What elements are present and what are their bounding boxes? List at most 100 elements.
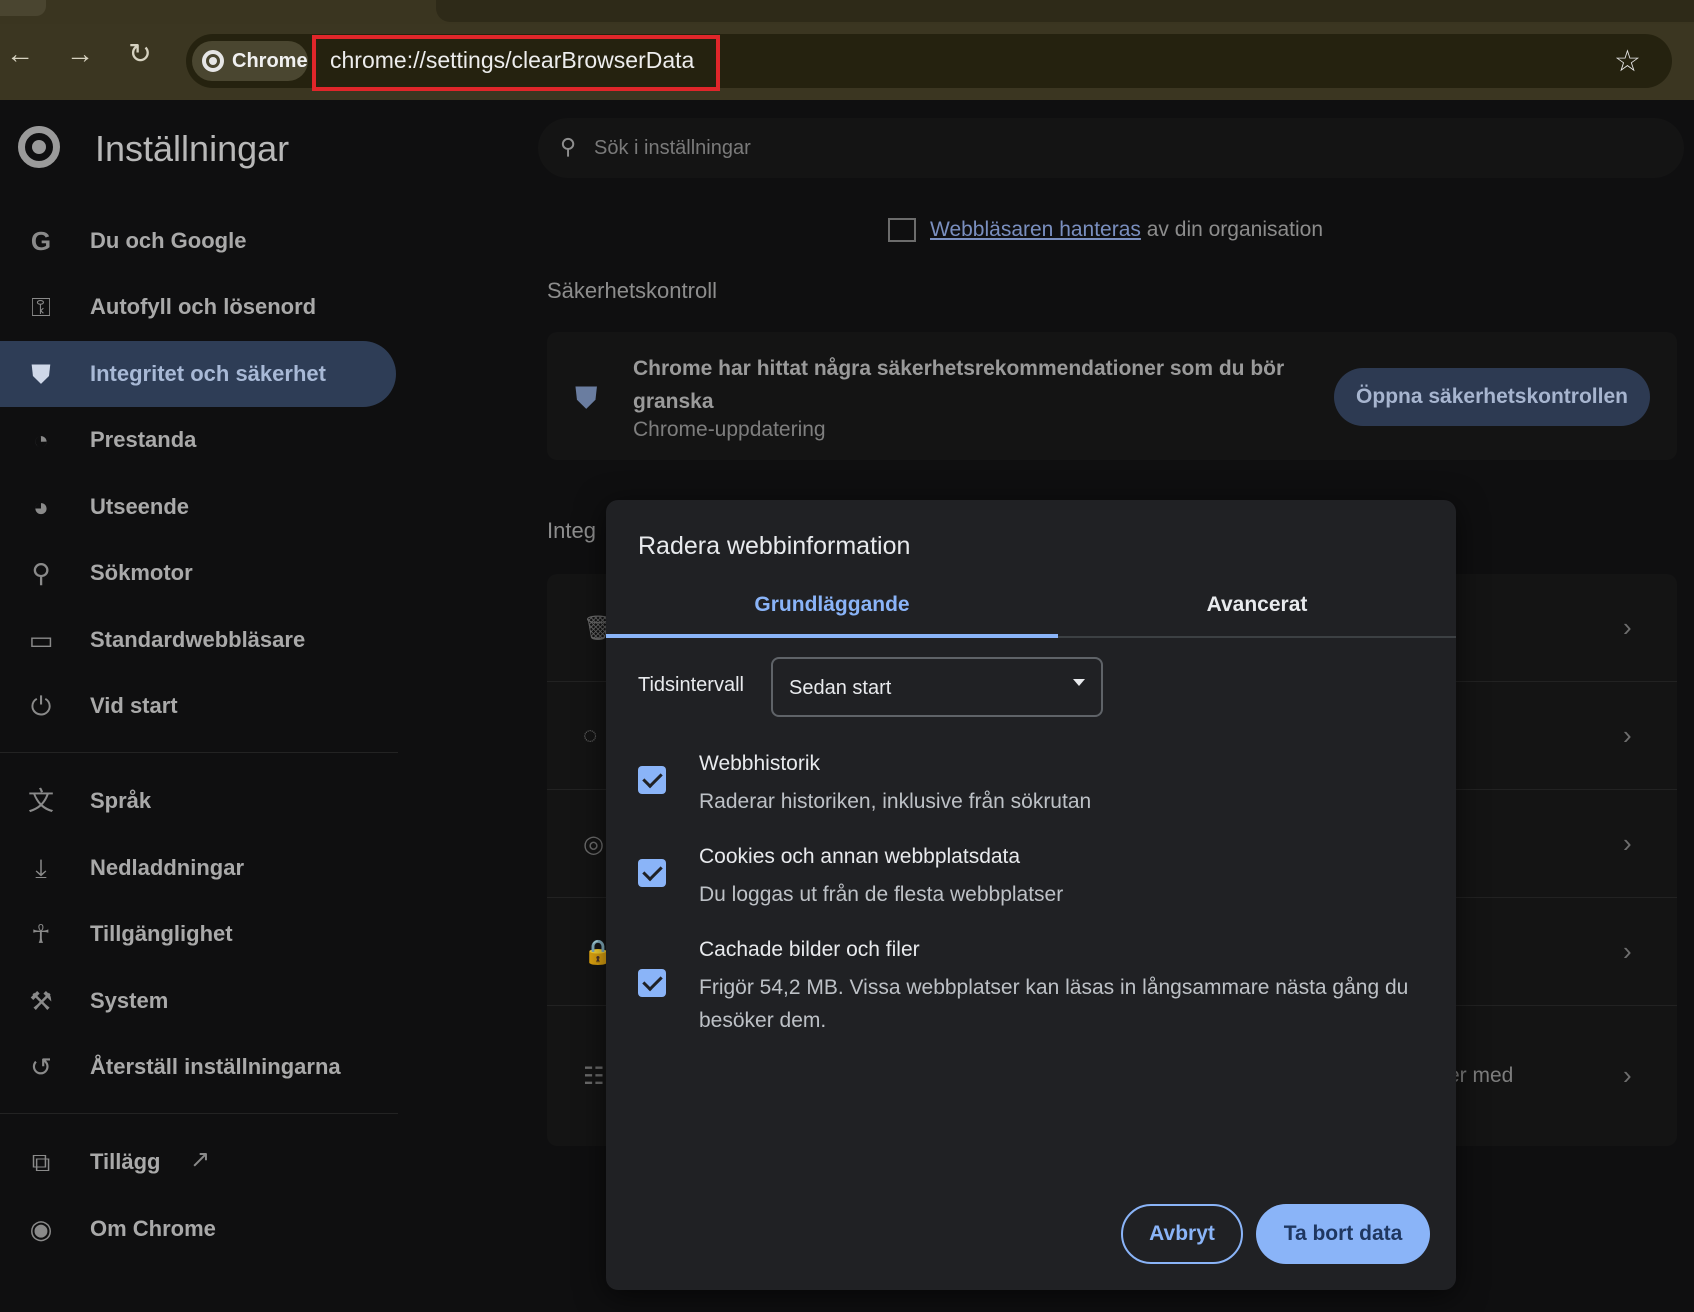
sidebar-item-privacy[interactable]: ⛊ Integritet och säkerhet bbox=[0, 341, 396, 407]
sidebar-item-downloads[interactable]: ⤓ Nedladdningar bbox=[0, 835, 396, 901]
time-range-value: Sedan start bbox=[789, 677, 892, 699]
chevron-right-icon: › bbox=[1623, 612, 1632, 642]
safety-check-heading: Säkerhetskontroll bbox=[547, 278, 717, 303]
dialog-tabs: Grundläggande Avancerat bbox=[606, 580, 1456, 638]
sidebar-item-you-and-google[interactable]: G Du och Google bbox=[0, 208, 396, 274]
chrome-logo-icon bbox=[18, 126, 60, 168]
sidebar-item-label: Nedladdningar bbox=[90, 855, 245, 880]
search-placeholder: Sök i inställningar bbox=[594, 137, 751, 159]
sidebar-divider bbox=[0, 1113, 398, 1114]
sidebar-item-label: Vid start bbox=[90, 693, 178, 718]
star-icon[interactable]: ☆ bbox=[1614, 44, 1641, 79]
option-description: Frigör 54,2 MB. Vissa webbplatser kan lä… bbox=[699, 976, 1409, 1032]
sidebar-item-label: Prestanda bbox=[90, 427, 197, 452]
sidebar-item-extensions[interactable]: ⧉ Tillägg ↗ bbox=[0, 1129, 396, 1195]
external-link-icon: ↗ bbox=[190, 1146, 211, 1173]
download-icon: ⤓ bbox=[35, 853, 47, 883]
open-safety-check-button[interactable]: Öppna säkerhetskontrollen bbox=[1334, 368, 1650, 426]
managed-notice: Webbläsaren hanteras av din organisation bbox=[888, 218, 1324, 243]
managed-link[interactable]: Webbläsaren hanteras bbox=[930, 218, 1141, 241]
clear-browsing-data-dialog: Radera webbinformation Grundläggande Ava… bbox=[606, 500, 1456, 1290]
option-title: Webbhistorik bbox=[699, 752, 820, 775]
sidebar-item-default-browser[interactable]: ▭ Standardwebbläsare bbox=[0, 607, 396, 673]
browser-tab[interactable] bbox=[436, 0, 1694, 22]
cookie-icon: ◌ bbox=[583, 722, 598, 749]
chevron-right-icon: › bbox=[1623, 720, 1632, 750]
sidebar-item-label: Tillgänglighet bbox=[90, 921, 233, 946]
cancel-button[interactable]: Avbryt bbox=[1121, 1204, 1243, 1264]
option-description: Du loggas ut från de flesta webbplatser bbox=[699, 883, 1064, 906]
sidebar-item-label: Du och Google bbox=[90, 228, 247, 253]
reset-icon: ↺ bbox=[30, 1052, 52, 1082]
url-text[interactable]: chrome://settings/clearBrowserData bbox=[330, 47, 694, 74]
delete-data-button[interactable]: Ta bort data bbox=[1256, 1204, 1430, 1264]
sidebar-item-about-chrome[interactable]: ◉ Om Chrome bbox=[0, 1196, 396, 1262]
time-range-select[interactable]: Sedan start bbox=[771, 657, 1103, 717]
site-info-chip[interactable]: Chrome bbox=[192, 41, 308, 81]
managed-text: av din organisation bbox=[1140, 218, 1324, 241]
translate-icon: 文 bbox=[27, 786, 54, 816]
sidebar-item-label: Autofyll och lösenord bbox=[90, 294, 317, 319]
privacy-row-text: er med bbox=[1448, 1064, 1514, 1087]
shield-icon: ⛊ bbox=[31, 359, 51, 389]
power-icon: ⏻ bbox=[30, 691, 52, 721]
safety-check-sub: Chrome-uppdatering bbox=[633, 418, 826, 441]
sidebar-item-label: Tillägg bbox=[90, 1149, 161, 1174]
speedometer-icon: ◔ bbox=[33, 425, 49, 455]
search-icon: ⚲ bbox=[31, 558, 51, 588]
sidebar-item-label: Återställ inställningarna bbox=[90, 1054, 341, 1079]
sidebar-item-performance[interactable]: ◔ Prestanda bbox=[0, 407, 396, 473]
browser-window-icon: ▭ bbox=[28, 625, 54, 655]
checkbox-cookies[interactable] bbox=[638, 859, 666, 887]
shield-icon: ⛊ bbox=[575, 382, 598, 415]
chrome-icon bbox=[202, 50, 224, 72]
reload-icon[interactable]: ↻ bbox=[122, 36, 158, 72]
sidebar-item-system[interactable]: ⚒ System bbox=[0, 968, 396, 1034]
palette-icon: ◕ bbox=[33, 492, 49, 522]
extension-icon: ⧉ bbox=[31, 1147, 51, 1177]
search-input[interactable]: ⚲ Sök i inställningar bbox=[538, 118, 1684, 178]
forward-arrow-icon[interactable]: → bbox=[62, 36, 98, 72]
privacy-heading: Integ bbox=[547, 518, 596, 543]
sidebar-item-reset[interactable]: ↺ Återställ inställningarna bbox=[0, 1034, 396, 1100]
building-icon bbox=[888, 218, 916, 243]
dropdown-arrow-icon bbox=[1073, 679, 1085, 686]
tab-advanced[interactable]: Avancerat bbox=[1058, 580, 1456, 638]
sidebar-item-search-engine[interactable]: ⚲ Sökmotor bbox=[0, 540, 396, 606]
tune-icon: ☷ bbox=[583, 1063, 605, 1090]
search-icon: ⚲ bbox=[560, 134, 577, 159]
security-icon: ◎ bbox=[583, 831, 604, 858]
checkbox-browsing-history[interactable] bbox=[638, 766, 666, 794]
option-title: Cookies och annan webbplatsdata bbox=[699, 845, 1021, 868]
sidebar-item-autofill[interactable]: ⚿ Autofyll och lösenord bbox=[0, 274, 396, 340]
sidebar-item-label: Utseende bbox=[90, 494, 190, 519]
tab-basic[interactable]: Grundläggande bbox=[606, 580, 1058, 638]
option-title: Cachade bilder och filer bbox=[699, 938, 920, 961]
wrench-icon: ⚒ bbox=[29, 986, 53, 1016]
sidebar-item-label: Om Chrome bbox=[90, 1216, 216, 1241]
google-icon: G bbox=[30, 226, 52, 256]
sidebar-item-label: Standardwebbläsare bbox=[90, 627, 306, 652]
key-icon: ⚿ bbox=[31, 292, 51, 322]
sidebar-item-label: System bbox=[90, 988, 169, 1013]
chevron-right-icon: › bbox=[1623, 828, 1632, 858]
sidebar-item-label: Språk bbox=[90, 788, 152, 813]
sidebar-item-label: Integritet och säkerhet bbox=[90, 361, 326, 386]
accessibility-icon: ☥ bbox=[31, 919, 51, 949]
time-range-label: Tidsintervall bbox=[638, 674, 744, 696]
sidebar-item-languages[interactable]: 文 Språk bbox=[0, 768, 396, 834]
safety-check-text: Chrome har hittat några säkerhetsrekomme… bbox=[633, 357, 1285, 413]
chrome-icon: ◉ bbox=[29, 1214, 53, 1244]
sidebar-item-accessibility[interactable]: ☥ Tillgänglighet bbox=[0, 901, 396, 967]
back-arrow-icon[interactable]: ← bbox=[2, 36, 38, 72]
tab-strip bbox=[0, 0, 1694, 24]
sidebar-item-on-startup[interactable]: ⏻ Vid start bbox=[0, 673, 396, 739]
checkbox-cached-images[interactable] bbox=[638, 969, 666, 997]
sidebar-item-appearance[interactable]: ◕ Utseende bbox=[0, 474, 396, 540]
sidebar-item-label: Sökmotor bbox=[90, 560, 193, 585]
option-description: Raderar historiken, inklusive från sökru… bbox=[699, 790, 1092, 813]
sidebar-divider bbox=[0, 752, 398, 753]
chevron-right-icon: › bbox=[1623, 936, 1632, 966]
browser-tab[interactable] bbox=[0, 0, 46, 16]
chevron-right-icon: › bbox=[1623, 1060, 1632, 1090]
